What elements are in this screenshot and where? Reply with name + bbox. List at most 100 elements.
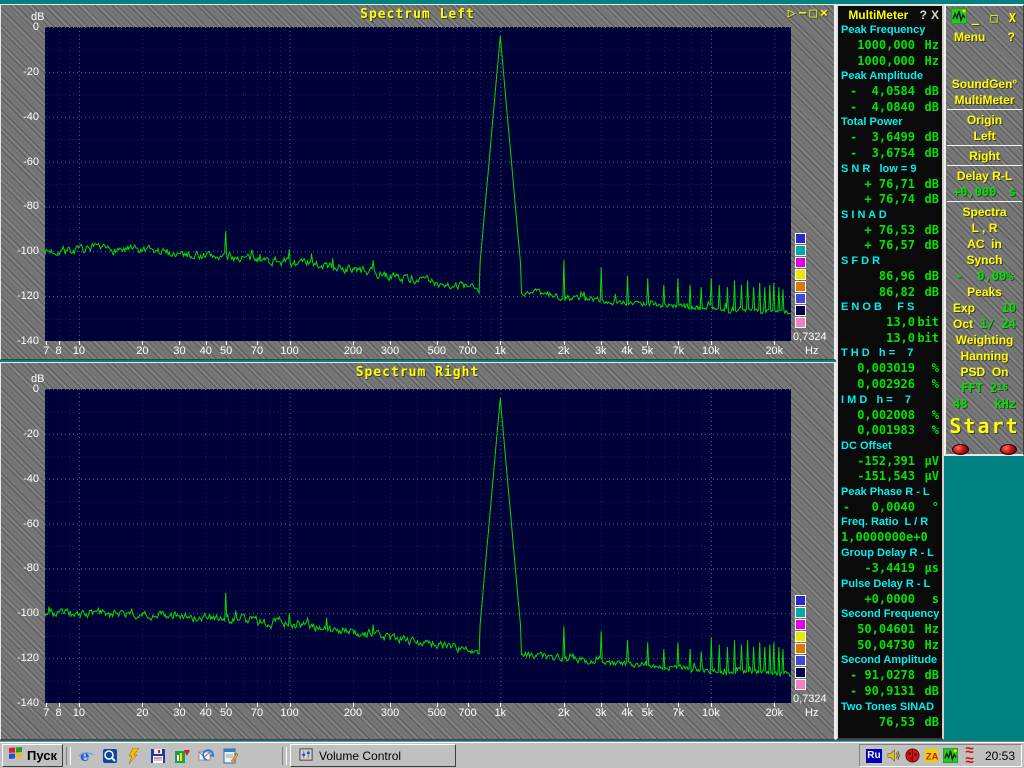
spectrum-right-window: Spectrum Right dB0-20-40-60-80-100-120-1… [0, 362, 836, 740]
keyboard-layout-indicator[interactable]: Ru [866, 749, 882, 763]
spectrum-plot[interactable] [45, 27, 791, 341]
x-axis-tick-label: 300 [375, 345, 405, 357]
delay-rl-button[interactable]: Delay R-L [946, 168, 1023, 184]
multimeter-value: 0,003019% [838, 361, 942, 377]
trace-color-swatch[interactable] [795, 233, 806, 244]
value-number: 86,82 [841, 285, 915, 301]
help-button[interactable]: ? [920, 8, 927, 22]
trace-color-swatch[interactable] [795, 679, 806, 690]
start-button[interactable]: Пуск [2, 744, 63, 767]
trace-color-swatch[interactable] [795, 317, 806, 328]
x-axis-tick [79, 703, 80, 707]
x-axis-tick-label: 500 [422, 707, 452, 719]
origin-left-button[interactable]: Left [946, 128, 1023, 144]
value-number: - 4,0584 [841, 84, 915, 100]
trace-color-swatch[interactable] [795, 595, 806, 606]
run-icon[interactable]: ▷ [788, 6, 796, 21]
ac-in-button[interactable]: AC in [946, 236, 1023, 252]
multimeter-value: 86,82dB [838, 285, 942, 301]
value-number: + 76,53 [841, 223, 915, 239]
wave-icon[interactable]: ≈≈ [961, 748, 978, 764]
menu-button[interactable]: Menu [954, 30, 985, 44]
trace-color-swatch[interactable] [795, 607, 806, 618]
x-axis-tick [179, 703, 180, 707]
close-button[interactable]: X [931, 8, 939, 22]
window-controls[interactable]: _ □ X [967, 11, 1018, 25]
tray-clock: 20:53 [985, 749, 1015, 763]
outlook-icon[interactable] [194, 746, 218, 766]
value-unit: dB [915, 192, 939, 208]
close-icon[interactable]: × [820, 6, 828, 21]
hanning-button[interactable]: Hanning [946, 348, 1023, 364]
x-axis-tick [468, 703, 469, 707]
trace-color-swatch[interactable] [795, 281, 806, 292]
trace-color-swatch[interactable] [795, 655, 806, 666]
exp-setting[interactable]: Exp10 [946, 300, 1023, 316]
spectra-button[interactable]: Spectra [946, 204, 1023, 220]
trace-color-swatch[interactable] [795, 257, 806, 268]
spectrum-plot[interactable] [45, 389, 791, 703]
spectra-lr-button[interactable]: L , R [946, 220, 1023, 236]
value-number: -3,4419 [841, 561, 915, 577]
fft-size-setting[interactable]: FFT 216 [946, 380, 1023, 396]
value-number: + 76,74 [841, 192, 915, 208]
x-axis-tick-label: 200 [338, 707, 368, 719]
winamp-icon[interactable] [122, 746, 146, 766]
zonealarm-icon[interactable]: ZA [923, 748, 940, 764]
chart-icon[interactable] [170, 746, 194, 766]
weighting-button[interactable]: Weighting [946, 332, 1023, 348]
spectrum-left-titlebar[interactable]: Spectrum Left ▷−□× [1, 5, 834, 25]
trace-color-swatch[interactable] [795, 245, 806, 256]
volume-control-task-button[interactable]: Volume Control [290, 744, 456, 767]
multimeter-button[interactable]: MultiMeter [946, 92, 1023, 108]
x-axis-tick [468, 341, 469, 345]
trace-color-swatch[interactable] [795, 643, 806, 654]
spectrum-right-titlebar[interactable]: Spectrum Right [1, 363, 834, 383]
x-axis-tick [353, 703, 354, 707]
soundgen-button[interactable]: SoundGen° [946, 76, 1023, 92]
delay-value[interactable]: +0,000s [946, 184, 1023, 200]
oct-setting[interactable]: Oct1/ 24 [946, 316, 1023, 332]
x-axis-tick-label: 7k [663, 707, 693, 719]
synch-value: - 0,00% [946, 268, 1023, 284]
x-axis-tick [290, 341, 291, 345]
ie-icon[interactable]: e [74, 746, 98, 766]
x-axis-tick-label: 500 [422, 345, 452, 357]
peaks-button[interactable]: Peaks [946, 284, 1023, 300]
x-axis-tick-label: 5k [632, 707, 662, 719]
multimeter-value: - 4,0584dB [838, 84, 942, 100]
value-number: - 0,0040 [841, 500, 915, 516]
x-axis-tick [711, 341, 712, 345]
synch-button[interactable]: Synch [946, 252, 1023, 268]
value-number: 50,04730 [841, 638, 915, 654]
speaker-icon[interactable] [885, 748, 902, 764]
x-axis-tick [678, 703, 679, 707]
origin-right-button[interactable]: Right [946, 148, 1023, 164]
value-unit: µV [915, 469, 939, 485]
origin-button[interactable]: Origin [946, 112, 1023, 128]
start-measure-button[interactable]: Start [946, 412, 1023, 440]
x-axis-tick [678, 341, 679, 345]
trace-color-swatch[interactable] [795, 293, 806, 304]
svg-text:e: e [80, 748, 90, 764]
y-axis-tick-label: -40 [5, 473, 39, 485]
help-button[interactable]: ? [1008, 30, 1015, 44]
trace-color-swatch[interactable] [795, 305, 806, 316]
minimize-icon[interactable]: − [799, 6, 807, 21]
x-axis-tick-label: 70 [242, 707, 272, 719]
notes-icon[interactable] [218, 746, 242, 766]
antivirus-icon[interactable] [904, 748, 921, 764]
maximize-icon[interactable]: □ [809, 6, 817, 21]
psd-on-button[interactable]: PSD On [946, 364, 1023, 380]
quickview-icon[interactable] [98, 746, 122, 766]
save-icon[interactable] [146, 746, 170, 766]
analyzer-icon[interactable] [942, 748, 959, 764]
samplerate-setting[interactable]: 48kHz [946, 396, 1023, 412]
trace-color-swatch[interactable] [795, 631, 806, 642]
multimeter-titlebar: MultiMeter ? X [838, 6, 942, 23]
trace-color-swatch[interactable] [795, 619, 806, 630]
multimeter-value: 1,0000000e+0 [838, 530, 942, 546]
trace-color-swatch[interactable] [795, 269, 806, 280]
trace-color-swatch[interactable] [795, 667, 806, 678]
value-unit: % [915, 377, 939, 393]
